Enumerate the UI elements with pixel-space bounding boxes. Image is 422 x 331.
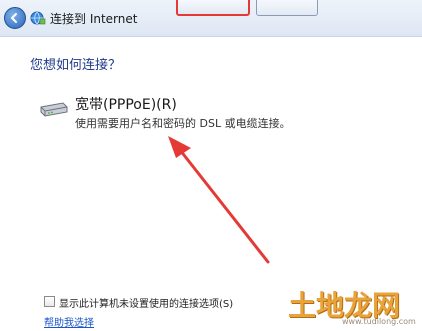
broadband-pppoe-option[interactable]: 宽带(PPPoE)(R) 使用需要用户名和密码的 DSL 或电缆连接。 (38, 94, 298, 136)
back-button[interactable] (4, 7, 26, 29)
watermark-subtext: www.tudilong.com (342, 317, 416, 326)
option-title: 宽带(PPPoE)(R) (75, 97, 177, 113)
network-globe-icon (30, 11, 46, 25)
option-description: 使用需要用户名和密码的 DSL 或电缆连接。 (75, 117, 291, 130)
page-heading: 您想如何连接？ (30, 58, 122, 73)
title-bar: 连接到 Internet (0, 0, 422, 37)
top-secondary-button[interactable] (256, 0, 318, 16)
modem-icon (40, 102, 68, 117)
back-arrow-icon (11, 13, 17, 23)
show-options-label: 显示此计算机未设置使用的连接选项(S) (59, 299, 234, 310)
site-watermark: 土地龙网 www.tudilong.com (288, 282, 422, 331)
show-options-checkbox[interactable] (44, 296, 55, 307)
help-me-choose-link[interactable]: 帮助我选择 (44, 314, 94, 329)
connect-to-internet-window: 连接到 Internet 您想如何连接？ 宽带(PPPoE)(R) 使用需要用户… (0, 0, 422, 331)
window-title: 连接到 Internet (50, 12, 138, 26)
top-primary-button[interactable] (176, 0, 250, 16)
